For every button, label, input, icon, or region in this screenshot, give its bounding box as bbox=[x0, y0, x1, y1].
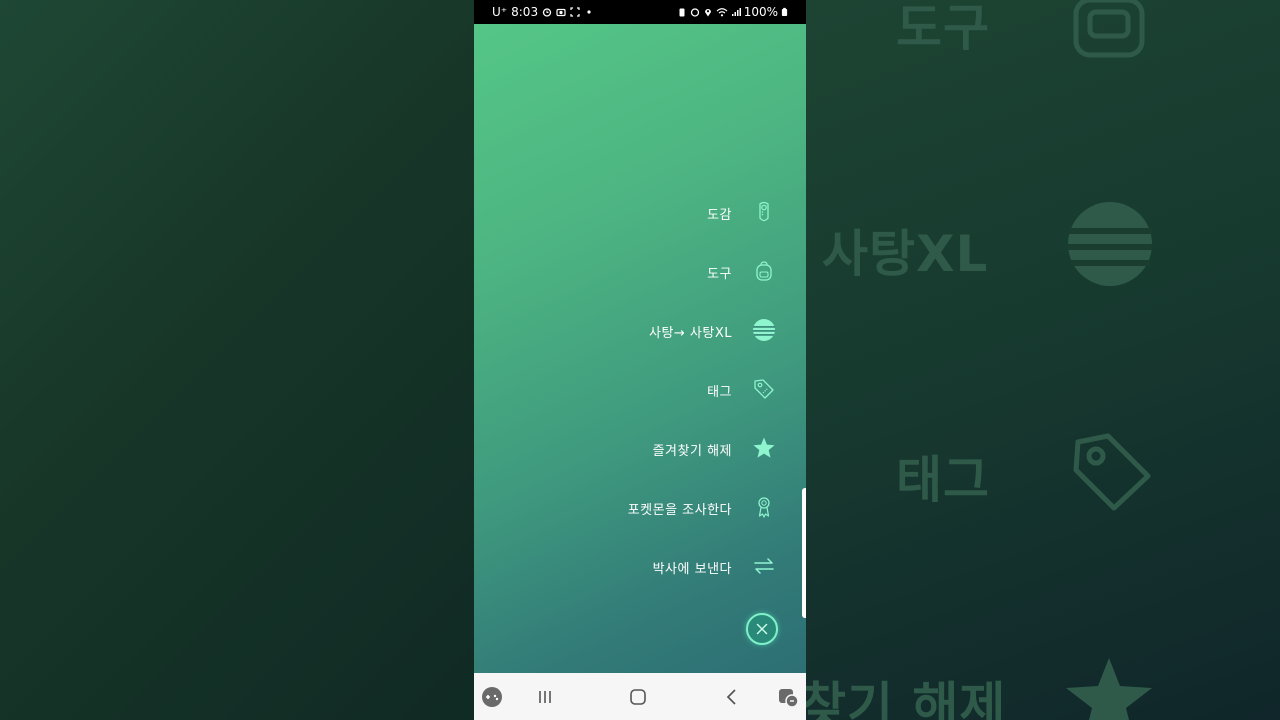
close-icon bbox=[756, 623, 768, 635]
game-booster-icon[interactable] bbox=[776, 685, 800, 709]
tag-icon bbox=[754, 379, 774, 399]
status-right: 100% bbox=[677, 5, 788, 19]
alarm-status-icon bbox=[690, 8, 699, 17]
home-icon[interactable] bbox=[626, 685, 650, 709]
camera-notification-icon bbox=[556, 8, 566, 17]
menu-label-pokedex: 도감 bbox=[707, 208, 732, 223]
menu-item-tag[interactable]: 태그 bbox=[474, 369, 806, 409]
status-left: U⁺ 8:03 bbox=[492, 5, 594, 19]
screenshot-icon bbox=[570, 7, 580, 17]
phone-screen: U⁺ 8:03 100% 도감 도구 사탕→ 사탕XL 태그 즐겨찾기 해제 포… bbox=[474, 0, 806, 720]
menu-item-transfer[interactable]: 박사에 보낸다 bbox=[474, 546, 806, 586]
bg-star-icon bbox=[1066, 658, 1152, 720]
menu-label-items: 도구 bbox=[707, 267, 732, 282]
bg-tag-icon bbox=[1073, 433, 1151, 511]
clock: 8:03 bbox=[511, 5, 539, 19]
navigation-bar bbox=[474, 673, 806, 720]
appraise-icon bbox=[758, 497, 770, 518]
candy-icon bbox=[753, 319, 775, 341]
location-icon bbox=[704, 9, 711, 17]
menu-label-candy-to-xl: 사탕→ 사탕XL bbox=[648, 326, 732, 341]
menu-label-transfer: 박사에 보낸다 bbox=[652, 562, 732, 577]
bg-candy-icon bbox=[1068, 202, 1152, 286]
blurred-background-left bbox=[0, 0, 474, 720]
pokemon-menu-overlay: 도감 도구 사탕→ 사탕XL 태그 즐겨찾기 해제 포켓몬을 조사한다 박사에 … bbox=[474, 24, 806, 673]
bg-label-tools: 도구 bbox=[896, 0, 990, 57]
dot-icon bbox=[587, 10, 591, 14]
menu-item-pokedex[interactable]: 도감 bbox=[474, 192, 806, 232]
wifi-icon bbox=[716, 8, 728, 17]
pokedex-icon bbox=[759, 201, 769, 222]
bg-label-tag: 태그 bbox=[896, 451, 990, 509]
battery-icon bbox=[781, 7, 788, 16]
recent-apps-icon[interactable] bbox=[533, 685, 557, 709]
menu-label-appraise: 포켓몬을 조사한다 bbox=[627, 503, 732, 518]
bg-label-unfavorite: 찾기 해제 bbox=[806, 677, 1007, 720]
star-icon bbox=[753, 437, 775, 458]
menu-label-tag: 태그 bbox=[707, 385, 732, 400]
back-icon[interactable] bbox=[720, 685, 744, 709]
menu-item-candy-to-xl[interactable]: 사탕→ 사탕XL bbox=[474, 310, 806, 350]
game-tools-icon[interactable] bbox=[480, 685, 504, 709]
edge-panel-handle[interactable] bbox=[802, 488, 806, 618]
carrier-label: U⁺ bbox=[492, 5, 508, 19]
close-menu-button[interactable] bbox=[746, 613, 778, 645]
signal-icon bbox=[731, 8, 741, 16]
backpack-icon bbox=[756, 261, 772, 281]
menu-item-appraise[interactable]: 포켓몬을 조사한다 bbox=[474, 487, 806, 527]
blurred-background-right: 도구 사탕XL 태그 찾기 해제 bbox=[806, 0, 1280, 720]
status-bar: U⁺ 8:03 100% bbox=[474, 0, 806, 24]
menu-item-unfavorite[interactable]: 즐겨찾기 해제 bbox=[474, 428, 806, 468]
battery-saver-icon bbox=[679, 8, 685, 17]
menu-label-unfavorite: 즐겨찾기 해제 bbox=[652, 444, 732, 459]
transfer-icon bbox=[754, 558, 774, 574]
battery-percent: 100% bbox=[743, 5, 778, 19]
bg-backpack-icon bbox=[1073, 0, 1145, 58]
alarm-icon bbox=[542, 8, 552, 17]
menu-item-items[interactable]: 도구 bbox=[474, 251, 806, 291]
bg-label-candy-xl: 사탕XL bbox=[822, 225, 989, 283]
